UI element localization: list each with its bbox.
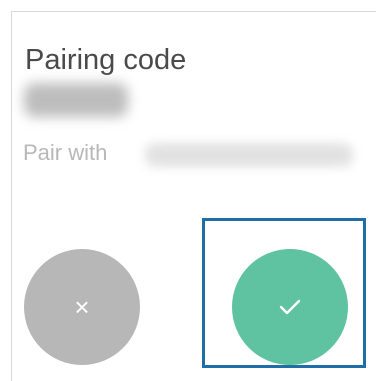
frame-left-edge — [0, 0, 12, 381]
close-icon: × — [74, 292, 90, 322]
pair-with-label: Pair with — [23, 140, 108, 165]
pair-with-row: Pair with — [23, 136, 353, 172]
screen: Pairing code Pair with × — [0, 0, 376, 381]
reject-button[interactable]: × — [24, 249, 140, 365]
check-icon — [279, 298, 301, 316]
dialog-title: Pairing code — [25, 44, 187, 76]
pairing-code-value — [24, 83, 128, 117]
accept-button[interactable] — [232, 249, 348, 365]
frame-top-edge — [11, 0, 376, 12]
device-name — [145, 143, 353, 167]
